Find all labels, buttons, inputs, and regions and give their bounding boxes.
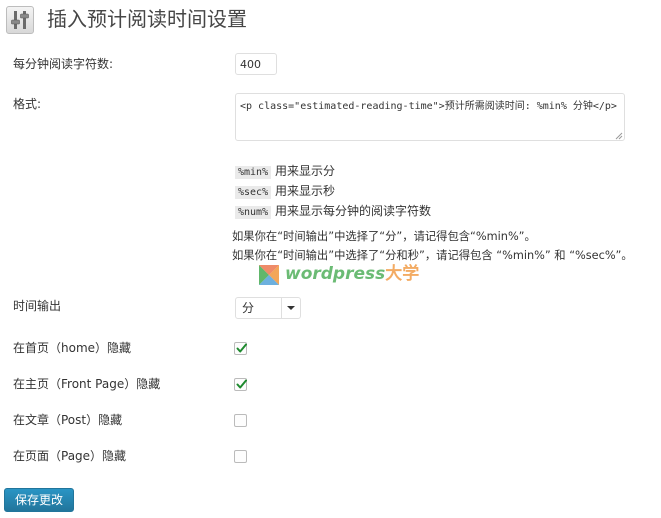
hide-home-checkbox[interactable] <box>234 342 247 355</box>
hint-min-code: %min% <box>235 166 272 179</box>
chevron-down-icon <box>287 306 295 310</box>
page-title: 插入预计阅读时间设置 <box>47 7 247 31</box>
time-output-label: 时间输出 <box>13 299 62 313</box>
hint-sec-code: %sec% <box>235 186 272 199</box>
hint-num-desc: 用来显示每分钟的阅读字符数 <box>274 204 431 218</box>
hide-post-checkbox[interactable] <box>234 414 247 427</box>
format-label: 格式: <box>13 97 42 111</box>
note-min: 如果你在“时间输出”中选择了“分”，请记得包含“%min%”。 <box>232 230 536 243</box>
settings-icon <box>6 6 34 34</box>
save-changes-button[interactable]: 保存更改 <box>4 488 74 512</box>
hint-num-code: %num% <box>235 206 272 219</box>
hide-front-page-label: 在主页（Front Page）隐藏 <box>13 377 161 391</box>
resize-grip-icon[interactable] <box>615 132 623 140</box>
watermark-text: wordpress大学 <box>285 262 419 286</box>
checkmark-icon <box>236 343 247 353</box>
checkmark-icon <box>236 379 247 389</box>
hint-sec: %sec% 用来显示秒 <box>235 183 335 201</box>
wordpress-daxue-logo-icon <box>259 265 279 285</box>
words-per-minute-label: 每分钟阅读字符数: <box>13 57 114 71</box>
hide-home-label: 在首页（home）隐藏 <box>13 341 132 355</box>
time-output-select[interactable]: 分 <box>235 297 301 319</box>
hint-min: %min% 用来显示分 <box>235 163 335 181</box>
watermark-latin: wordpress <box>285 264 386 284</box>
hide-post-label: 在文章（Post）隐藏 <box>13 413 123 427</box>
format-textarea[interactable]: <p class="estimated-reading-time">预计所需阅读… <box>235 93 625 141</box>
hint-min-desc: 用来显示分 <box>274 164 335 178</box>
hint-sec-desc: 用来显示秒 <box>274 184 335 198</box>
time-output-selected: 分 <box>242 301 255 315</box>
hide-front-page-checkbox[interactable] <box>234 378 247 391</box>
select-arrow-area[interactable] <box>281 298 300 318</box>
hint-num: %num% 用来显示每分钟的阅读字符数 <box>235 203 431 221</box>
watermark-cjk: 大学 <box>385 264 420 284</box>
hide-page-checkbox[interactable] <box>234 450 247 463</box>
words-per-minute-input[interactable] <box>235 53 277 75</box>
hide-page-label: 在页面（Page）隐藏 <box>13 449 127 463</box>
